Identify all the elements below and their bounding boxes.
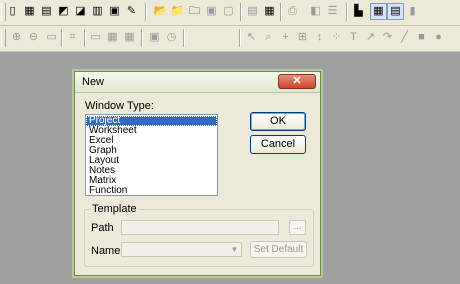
- pointer-icon[interactable]: ↖: [243, 29, 260, 46]
- new-excel-icon[interactable]: ▤: [38, 3, 55, 20]
- new-function-icon[interactable]: ◪: [72, 3, 89, 20]
- name-label: Name: [91, 245, 121, 257]
- save-window-icon[interactable]: ▢: [220, 3, 237, 20]
- dialog-titlebar[interactable]: New ✕: [75, 72, 320, 93]
- cancel-button[interactable]: Cancel: [250, 135, 306, 154]
- command-window-icon[interactable]: ▮: [404, 3, 421, 20]
- curved-arrow-icon[interactable]: ↷: [379, 29, 396, 46]
- merge-icon[interactable]: ▦: [121, 29, 138, 46]
- close-button[interactable]: ✕: [278, 74, 316, 89]
- toolbar-separator: [239, 29, 241, 47]
- path-field[interactable]: [121, 220, 279, 235]
- new-project-icon[interactable]: ▯: [4, 3, 21, 20]
- new-dialog: New ✕ Window Type: Project Worksheet Excel…: [74, 71, 321, 276]
- toolbar-separator: [346, 3, 348, 21]
- data-reader-icon[interactable]: ⊞: [294, 29, 311, 46]
- open-template-icon[interactable]: 📁: [169, 3, 186, 20]
- dialog-title: New: [82, 76, 105, 88]
- import-multiple-icon[interactable]: ▦: [261, 3, 278, 20]
- new-worksheet-icon[interactable]: ▦: [21, 3, 38, 20]
- toolbar-separator: [183, 29, 185, 47]
- refresh-icon[interactable]: ☰: [324, 3, 341, 20]
- results-log-icon[interactable]: ▦: [370, 3, 387, 20]
- new-matrix-icon[interactable]: ▥: [89, 3, 106, 20]
- rectangle-tool-icon[interactable]: ■: [413, 29, 430, 46]
- print-icon[interactable]: ⎙: [284, 3, 301, 20]
- text-tool-icon[interactable]: T: [345, 29, 362, 46]
- zoom-out-icon[interactable]: ⊖: [25, 29, 42, 46]
- arrow-tool-icon[interactable]: ↗: [362, 29, 379, 46]
- circle-tool-icon[interactable]: ●: [430, 29, 447, 46]
- draw-data-icon[interactable]: ⁘: [328, 29, 345, 46]
- zoom-tool-icon[interactable]: ⌕: [260, 29, 277, 46]
- window-type-label: Window Type:: [85, 100, 154, 112]
- layer-icon[interactable]: ▭: [87, 29, 104, 46]
- code-builder-icon[interactable]: ▤: [387, 3, 404, 20]
- timer-icon[interactable]: ◷: [163, 29, 180, 46]
- new-graph-icon[interactable]: ◩: [55, 3, 72, 20]
- set-default-button[interactable]: Set Default: [250, 241, 307, 258]
- ok-button[interactable]: OK: [250, 112, 306, 131]
- project-explorer-icon[interactable]: ▙: [350, 3, 367, 20]
- toolbar-separator: [145, 3, 147, 21]
- close-icon: ✕: [292, 75, 302, 87]
- template-group-label: Template: [90, 203, 139, 215]
- save-project-icon[interactable]: ▣: [203, 3, 220, 20]
- open-icon[interactable]: 📂: [152, 3, 169, 20]
- screen-reader-icon[interactable]: +: [277, 29, 294, 46]
- toolbar-separator: [280, 3, 282, 21]
- data-selector-icon[interactable]: ↕: [311, 29, 328, 46]
- add-plot-icon[interactable]: ▦: [104, 29, 121, 46]
- rescale-icon[interactable]: ⌗: [64, 29, 81, 46]
- browse-button[interactable]: ...: [289, 220, 306, 235]
- new-layout-icon[interactable]: ▣: [106, 3, 123, 20]
- standard-toolbar: ▯ ▦ ▤ ◩ ◪ ▥ ▣ ✎ 📂 📁 🗀 ▣ ▢ ▤ ▦ ⎙ ◧ ☰ ▙ ▦ ▤ ▮: [0, 0, 460, 26]
- line-tool-icon[interactable]: ╱: [396, 29, 413, 46]
- toolbar-separator: [240, 3, 242, 21]
- zoom-in-icon[interactable]: ⊕: [8, 29, 25, 46]
- import-ascii-icon[interactable]: ▤: [244, 3, 261, 20]
- toolbar-grip[interactable]: [1, 29, 6, 47]
- open-excel-icon[interactable]: 🗀: [186, 3, 203, 20]
- duplicate-icon[interactable]: ◧: [307, 3, 324, 20]
- template-group: Template Path ... Name ▼ Set Default: [84, 203, 314, 267]
- toolbar-separator: [61, 29, 63, 47]
- toolbar-separator: [141, 29, 143, 47]
- speed-mode-icon[interactable]: ▣: [146, 29, 163, 46]
- new-notes-icon[interactable]: ✎: [123, 3, 140, 20]
- tools-toolbar: ⊕ ⊖ ▭ ⌗ ▭ ▦ ▦ ▣ ◷ ↖ ⌕ + ⊞ ↕ ⁘ T ↗ ↷ ╱ ■ ●: [0, 26, 460, 52]
- whole-page-icon[interactable]: ▭: [43, 29, 60, 46]
- path-label: Path: [91, 222, 114, 234]
- chevron-down-icon[interactable]: ▼: [228, 243, 241, 256]
- window-type-list[interactable]: Project Worksheet Excel Graph Layout Notes Mat…: [85, 114, 218, 196]
- window-type-item-function[interactable]: Function: [86, 186, 217, 196]
- name-dropdown[interactable]: ▼: [121, 242, 242, 257]
- toolbar-separator: [84, 29, 86, 47]
